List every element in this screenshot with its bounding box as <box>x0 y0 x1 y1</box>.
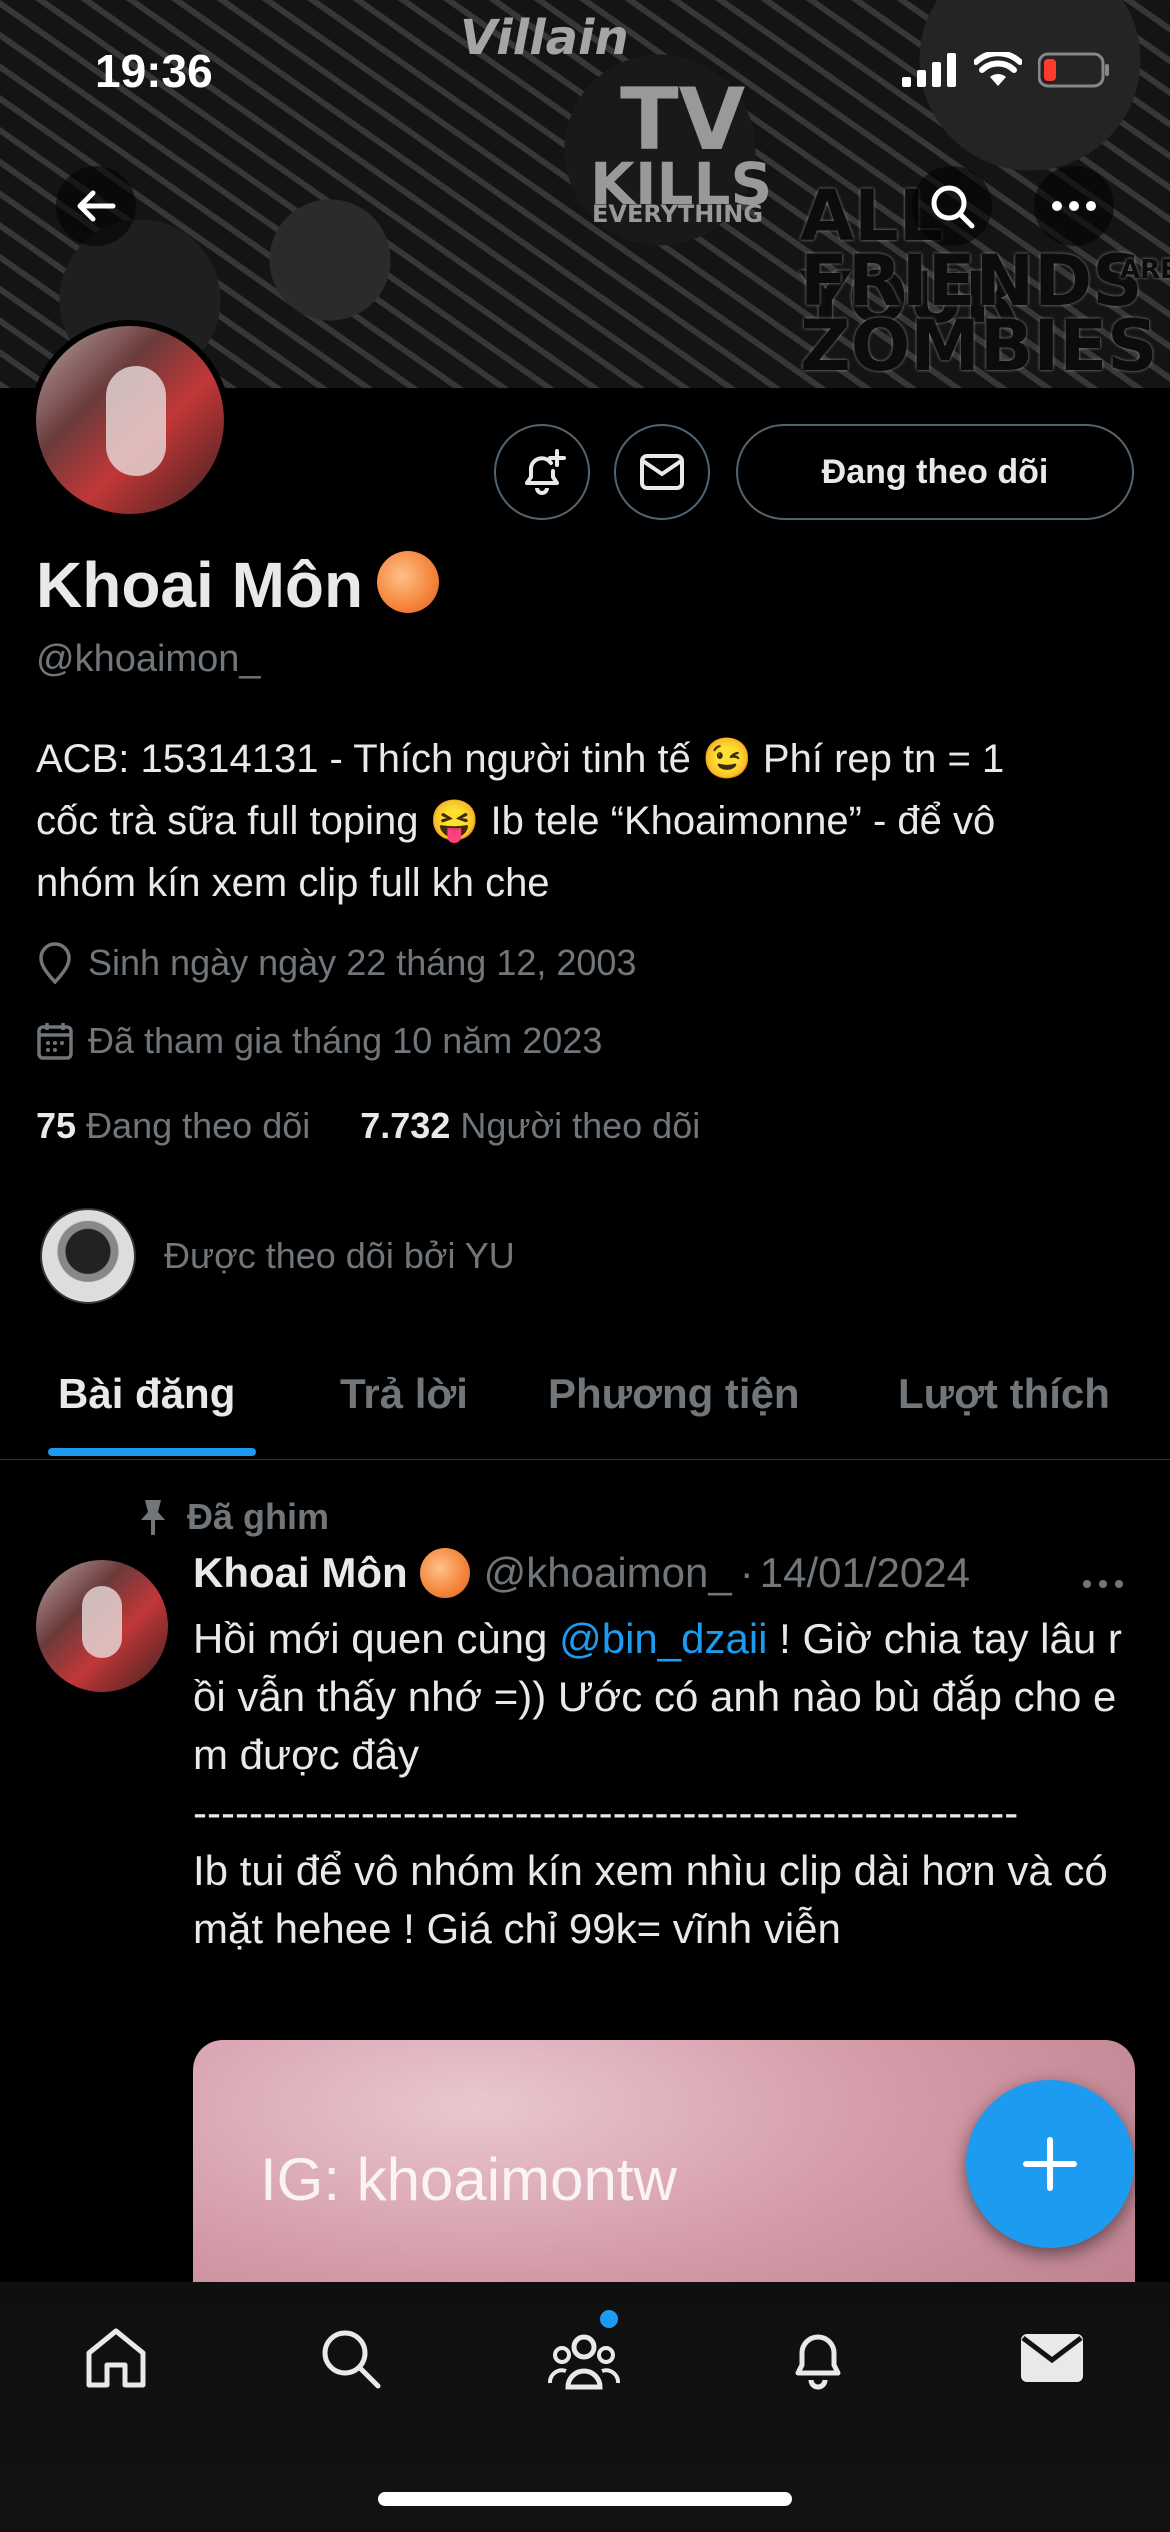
post-author-avatar[interactable] <box>36 1560 168 1692</box>
system-icons <box>902 52 1110 88</box>
profile-name-text: Khoai Môn <box>36 549 364 621</box>
profile-avatar[interactable] <box>30 320 230 520</box>
post-divider: ----------------------------------------… <box>193 1789 1019 1836</box>
followers-label: Người theo dõi <box>460 1105 701 1146</box>
birthday-text: Sinh ngày ngày 22 tháng 12, 2003 <box>88 942 637 983</box>
profile-name: Khoai Môn <box>36 548 440 622</box>
post-header: Khoai Môn @khoaimon_ · 14/01/2024 <box>193 1548 970 1598</box>
location-icon <box>39 942 71 984</box>
compose-plus-icon <box>1023 2137 1077 2191</box>
post-separator: · <box>739 1549 754 1596</box>
post-text-start: Hồi mới quen cùng <box>193 1615 560 1662</box>
status-time: 19:36 <box>95 45 213 97</box>
wifi-icon <box>974 52 1022 86</box>
post-more-button[interactable] <box>1082 1553 1124 1599</box>
post-date[interactable]: 14/01/2024 <box>760 1549 970 1597</box>
search-icon <box>931 185 975 229</box>
follow-stats: 75 Đang theo dõi 7.732 Người theo dõi <box>36 1105 700 1147</box>
nav-messages[interactable] <box>1012 2318 1092 2398</box>
nav-search[interactable] <box>310 2318 390 2398</box>
pin-icon <box>141 1500 165 1535</box>
mail-icon <box>640 454 684 490</box>
followed-by-row[interactable]: Được theo dõi bởi YU <box>40 1208 515 1304</box>
follower-avatar <box>40 1208 136 1304</box>
communities-icon <box>548 2334 620 2390</box>
compose-button[interactable] <box>966 2080 1134 2248</box>
notification-add-icon <box>525 449 566 495</box>
post-body: Hồi mới quen cùng @bin_dzaii ! Giờ chia … <box>193 1610 1143 1958</box>
following-button[interactable]: Đang theo dõi <box>736 424 1134 520</box>
battery-icon <box>1038 52 1109 88</box>
peach-emoji-icon <box>377 551 440 613</box>
more-button[interactable] <box>1034 166 1114 246</box>
post-mention-link[interactable]: @bin_dzaii <box>559 1615 767 1662</box>
home-indicator[interactable] <box>378 2492 792 2506</box>
followed-by-text: Được theo dõi bởi YU <box>164 1235 515 1276</box>
status-bar: 19:36 <box>0 0 1170 150</box>
more-icon <box>1052 201 1096 211</box>
post-media-caption: IG: khoaimontw <box>260 2146 677 2213</box>
messages-icon <box>1021 2334 1083 2382</box>
signal-icon <box>902 53 956 87</box>
tab-likes[interactable]: Lượt thích <box>898 1370 1110 1418</box>
followers-count: 7.732 <box>360 1105 451 1146</box>
bio-line: nhóm kín xem clip full kh che <box>36 861 550 905</box>
active-tab-indicator <box>48 1448 256 1456</box>
post-author-handle[interactable]: @khoaimon_ <box>484 1549 732 1597</box>
following-link[interactable]: 75 Đang theo dõi <box>36 1105 310 1146</box>
search-button[interactable] <box>912 166 992 246</box>
birthday-row: Sinh ngày ngày 22 tháng 12, 2003 <box>36 942 636 984</box>
search-icon <box>322 2330 381 2389</box>
bio-line: cốc trà sữa full toping 😝 Ib tele “Khoai… <box>36 799 996 843</box>
tab-posts[interactable]: Bài đăng <box>58 1370 235 1418</box>
tab-media[interactable]: Phương tiện <box>548 1370 800 1418</box>
post-author-name[interactable]: Khoai Môn <box>193 1549 408 1597</box>
post-paragraph-2: Ib tui để vô nhóm kín xem nhìu clip dài … <box>193 1847 1108 1952</box>
nav-notifications[interactable] <box>778 2318 858 2398</box>
post-paragraph-1: Hồi mới quen cùng @bin_dzaii ! Giờ chia … <box>193 1610 1143 1784</box>
notification-toggle-button[interactable] <box>494 424 590 520</box>
joined-row: Đã tham gia tháng 10 năm 2023 <box>36 1020 602 1062</box>
bell-icon <box>795 2334 841 2390</box>
more-icon <box>1083 1580 1123 1588</box>
followers-link[interactable]: 7.732 Người theo dõi <box>360 1105 700 1146</box>
following-label: Đang theo dõi <box>86 1105 311 1146</box>
profile-tabs: Bài đăng Trả lời Phương tiện Lượt thích <box>0 1340 1170 1460</box>
profile-bio: ACB: 15314131 - Thích người tinh tế 😉 Ph… <box>36 728 1136 914</box>
tab-replies[interactable]: Trả lời <box>340 1370 468 1418</box>
profile-handle: @khoaimon_ <box>36 638 261 680</box>
message-button[interactable] <box>614 424 710 520</box>
nav-home[interactable] <box>76 2318 156 2398</box>
back-arrow-icon <box>77 190 116 222</box>
joined-text: Đã tham gia tháng 10 năm 2023 <box>88 1020 603 1061</box>
peach-emoji-icon <box>419 1548 470 1598</box>
following-count: 75 <box>36 1105 77 1146</box>
bio-line: ACB: 15314131 - Thích người tinh tế 😉 Ph… <box>36 737 1005 781</box>
home-icon <box>86 2328 146 2388</box>
pinned-label: Đã ghim <box>135 1496 329 1538</box>
pinned-text: Đã ghim <box>187 1496 330 1537</box>
nav-communities[interactable] <box>544 2318 624 2398</box>
calendar-icon <box>37 1023 73 1060</box>
back-button[interactable] <box>56 166 136 246</box>
